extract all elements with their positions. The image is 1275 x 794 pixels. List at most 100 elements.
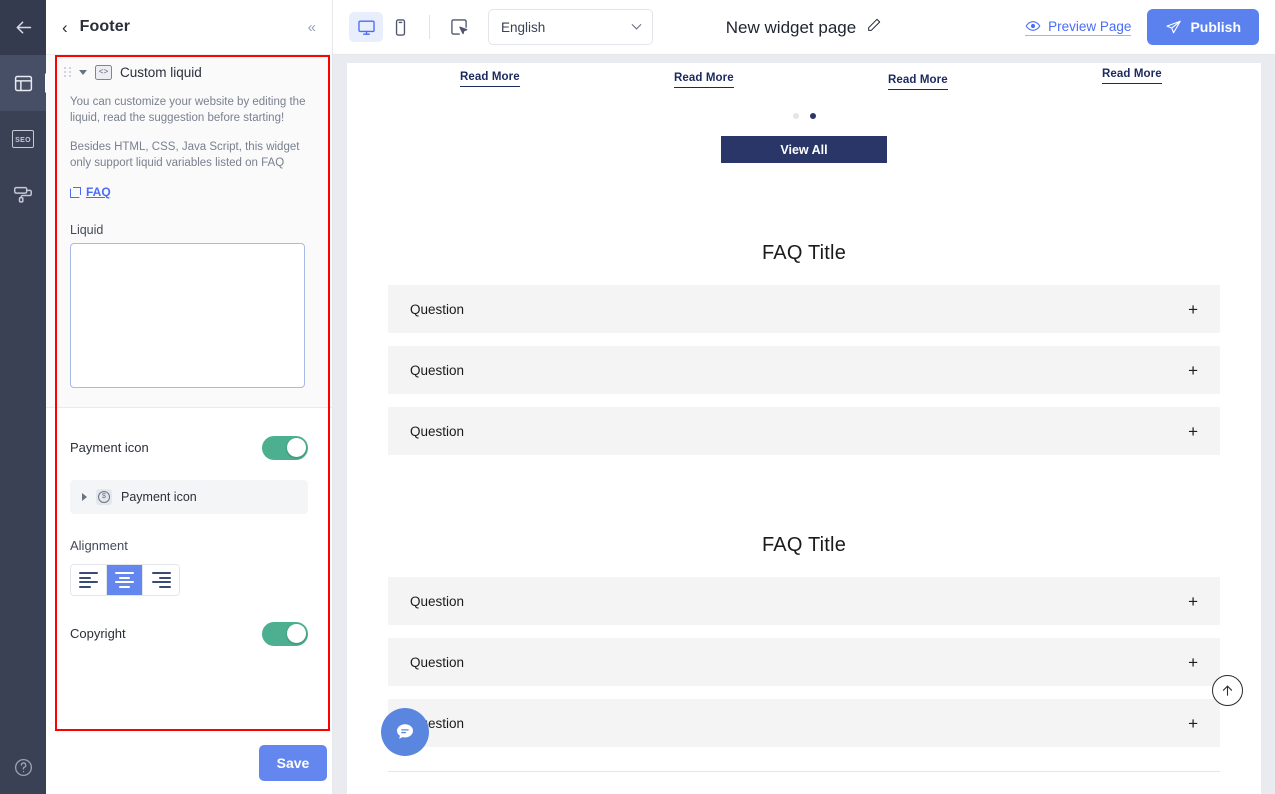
help-button[interactable] [0,740,46,794]
chevron-down-icon[interactable] [79,70,87,75]
panel-back-button[interactable]: ‹ [62,19,68,36]
chevron-down-icon [631,19,642,30]
chevron-right-icon[interactable] [82,492,87,501]
align-right-icon [151,572,171,588]
align-right-button[interactable] [143,564,179,595]
payment-icon-sub-item[interactable]: $ Payment icon [70,479,308,514]
app-root: SEO ‹ Footer « <> Custom liquid You can … [0,0,1275,794]
faq-item[interactable]: Question + [388,638,1220,686]
external-link-icon [70,186,81,198]
desktop-view-button[interactable] [349,12,383,42]
footer-divider [388,771,1220,772]
read-more-link[interactable]: Read More [674,72,734,88]
panel-header: ‹ Footer « [46,0,332,55]
seo-folder-icon: SEO [12,130,34,148]
panel-title: Footer [79,18,131,35]
scroll-to-top-button[interactable] [1212,675,1243,706]
seo-label: SEO [15,137,31,144]
faq-section-title: FAQ Title [761,534,847,556]
faq-section-title: FAQ Title [761,242,847,264]
align-center-button[interactable] [107,564,143,595]
carousel-dots [347,113,1261,119]
faq-expand-icon[interactable]: + [1188,593,1198,610]
faq-item[interactable]: Question + [388,346,1220,394]
edit-title-button[interactable] [866,17,882,38]
language-value: English [501,19,546,35]
panel-footer: Save [46,732,332,794]
rail-item-seo[interactable]: SEO [0,111,46,167]
align-left-button[interactable] [71,564,107,595]
faq-question: Question [410,593,465,609]
read-more-link[interactable]: Read More [888,74,948,90]
main-column: English New widget page Preview Page Pub… [333,0,1275,794]
toggle-knob [286,624,306,644]
topbar: English New widget page Preview Page Pub… [333,0,1275,55]
read-more-link[interactable]: Read More [1102,68,1162,84]
liquid-field-label: Liquid [70,222,104,237]
copyright-setting-row: Copyright [70,596,308,646]
left-nav-rail: SEO [0,0,46,794]
faq-expand-icon[interactable]: + [1188,423,1198,440]
faq-list: Question + Question + Question + [347,285,1261,455]
widget-description-line2: Besides HTML, CSS, Java Script, this wid… [70,140,300,169]
faq-question: Question [410,423,465,439]
payment-icon-toggle[interactable] [262,435,308,460]
rail-item-templates[interactable] [0,55,46,111]
panel-body: <> Custom liquid You can customize your … [46,55,332,732]
align-center-icon [115,572,134,588]
payment-icon-setting-row: Payment icon [70,408,308,460]
faq-expand-icon[interactable]: + [1188,654,1198,671]
toolbar-divider [429,15,430,39]
faq-expand-icon[interactable]: + [1188,301,1198,318]
panel-collapse-button[interactable]: « [308,20,316,35]
page-title: New widget page [725,17,857,37]
back-button[interactable] [0,0,46,55]
footer-settings-section: Payment icon $ Payment icon Alignment Co… [46,407,332,646]
view-all-button[interactable]: View All [721,136,887,163]
element-select-button[interactable] [442,12,476,42]
payment-badge-icon: $ [96,488,112,505]
faq-item[interactable]: Question + [388,285,1220,333]
settings-panel: ‹ Footer « <> Custom liquid You can cust… [46,0,333,794]
faq-item[interactable]: Question + [388,577,1220,625]
language-select[interactable]: English [488,9,653,45]
faq-item[interactable]: Question + [388,407,1220,455]
carousel-dot[interactable] [792,113,799,119]
rail-item-theme[interactable] [0,167,46,223]
preview-page-label: Preview Page [1048,18,1132,34]
toggle-knob [286,438,306,458]
custom-liquid-widget-card: <> Custom liquid You can customize your … [46,55,332,408]
copyright-toggle[interactable] [262,621,308,646]
alignment-label: Alignment [70,537,128,553]
topbar-actions: Preview Page Publish [1025,9,1259,45]
faq-link-label: FAQ [86,185,111,200]
faq-question: Question [410,301,465,317]
preview-page-button[interactable]: Preview Page [1025,18,1132,36]
faq-item[interactable]: Question + [388,699,1220,747]
faq-expand-icon[interactable]: + [1188,362,1198,379]
preview-page: Read More Read More Read More Read More … [347,63,1261,794]
custom-liquid-widget-header[interactable]: <> Custom liquid [46,55,332,88]
payment-icon-label: Payment icon [70,440,149,456]
drag-handle-icon[interactable] [64,66,71,79]
carousel-dot-active[interactable] [809,113,816,119]
save-button[interactable]: Save [259,745,327,781]
chat-widget-button[interactable] [381,708,429,756]
custom-liquid-widget-label: Custom liquid [120,65,202,80]
faq-link[interactable]: FAQ [70,185,111,199]
read-more-link[interactable]: Read More [460,71,520,87]
liquid-textarea[interactable] [70,242,305,388]
publish-button[interactable]: Publish [1147,9,1259,45]
payment-icon-sub-label: Payment icon [121,489,197,504]
faq-expand-icon[interactable]: + [1188,715,1198,732]
widget-description-line1: You can customize your website by editin… [70,96,306,125]
align-left-icon [79,572,98,588]
mobile-view-button[interactable] [383,12,417,42]
alignment-button-group [70,563,180,596]
faq-question: Question [410,654,465,670]
copyright-label: Copyright [70,626,126,642]
preview-viewport: Read More Read More Read More Read More … [333,55,1275,794]
faq-question: Question [410,362,465,378]
code-liquid-icon: <> [95,65,112,80]
widget-description: You can customize your website by editin… [46,88,332,171]
